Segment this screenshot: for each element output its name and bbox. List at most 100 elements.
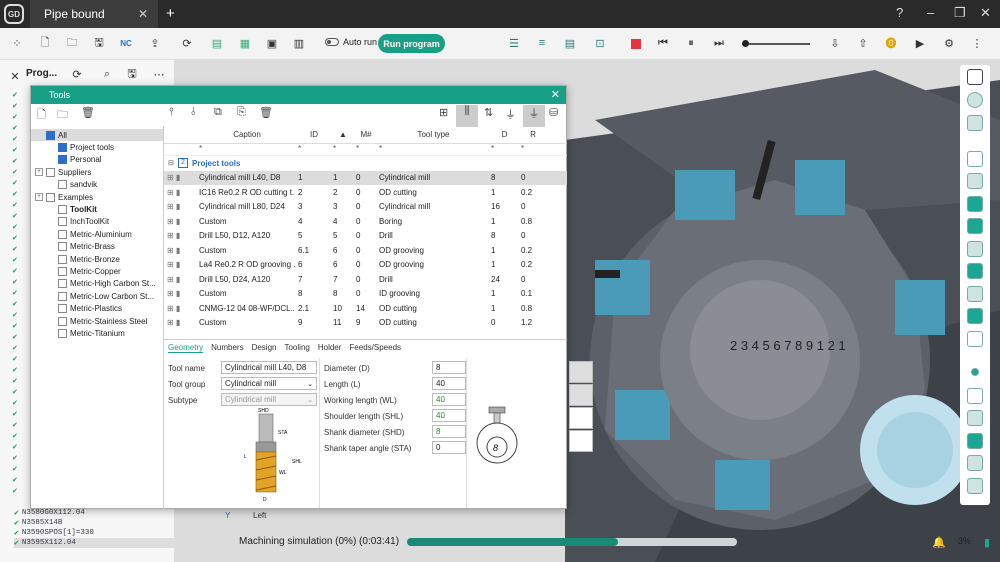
pause-icon[interactable]: ⏸ xyxy=(684,36,698,50)
toolkit-icon[interactable]: ⛁ xyxy=(549,106,558,128)
group-collapse-icon[interactable]: ⊟ xyxy=(168,159,178,167)
tool-view-button[interactable] xyxy=(569,361,593,383)
sphere-view-icon[interactable] xyxy=(967,92,983,108)
add-tool-icon[interactable]: ⫯ xyxy=(169,106,174,128)
column-header[interactable]: R xyxy=(518,130,545,139)
filter-cell[interactable]: * xyxy=(488,144,518,155)
document-tab[interactable]: Pipe bound ✕ xyxy=(30,0,158,28)
expand-icon[interactable]: + xyxy=(35,193,43,202)
table-icon[interactable]: ▥ xyxy=(292,36,306,50)
restore-button[interactable]: ❐ xyxy=(954,5,966,21)
tree-item[interactable]: Metric-Plastics xyxy=(31,302,163,314)
part-icon[interactable] xyxy=(967,308,983,324)
tool-name-input[interactable]: Cylindrical mill L40, D8 xyxy=(221,361,317,374)
table-row[interactable]: ⊞ ▮ Custom 4 4 0 Boring 1 0.8 xyxy=(164,214,567,229)
tree-item[interactable]: Metric-Titanium xyxy=(31,327,163,339)
speed-slider[interactable] xyxy=(742,40,810,47)
table-row[interactable]: ⊞ ▮ Cylindrical mill L40, D8 1 1 0 Cylindrica… xyxy=(164,170,567,185)
fit-view-icon[interactable]: ⊡ xyxy=(593,36,607,50)
open-library-icon[interactable]: 🗀 xyxy=(57,106,68,128)
refresh-icon[interactable]: ⟳ xyxy=(180,36,194,50)
checkbox[interactable] xyxy=(58,143,67,153)
machine-icon[interactable] xyxy=(967,151,983,167)
tree-item[interactable]: Metric-Low Carbon St... xyxy=(31,290,163,302)
point-icon[interactable] xyxy=(971,368,979,376)
rewind-icon[interactable]: ⏮ xyxy=(656,36,670,50)
tree-item[interactable]: ToolKit xyxy=(31,203,163,215)
graph-icon[interactable]: ▮ xyxy=(980,535,994,549)
filter-active-icon[interactable]: ⏚ xyxy=(523,105,545,127)
new-tab-button[interactable]: + xyxy=(166,5,175,22)
checkbox[interactable] xyxy=(46,130,55,140)
tree-item[interactable]: Metric-Aluminium xyxy=(31,228,163,240)
list-view-icon[interactable]: ☰ xyxy=(507,36,521,50)
shapes-icon[interactable] xyxy=(967,115,983,131)
table-row[interactable]: ⊞ ▮ IC16 Re0.2 R OD cutting t... 2 2 0 OD cut… xyxy=(164,185,567,200)
surface-icon[interactable] xyxy=(967,410,983,426)
column-header[interactable]: ID xyxy=(295,130,330,139)
filter-cell[interactable]: * xyxy=(295,144,330,155)
checkbox[interactable] xyxy=(58,291,67,301)
table-row[interactable]: ⊞ ▮ La4 Re0.2 R OD grooving ... 6 6 0 OD groo… xyxy=(164,258,567,273)
gear-icon[interactable]: ⚙ xyxy=(942,36,956,50)
search-icon[interactable]: ⌕ xyxy=(100,67,114,81)
length-input[interactable]: 40 xyxy=(432,377,466,390)
checkbox[interactable] xyxy=(46,167,55,177)
tool-view-icon[interactable] xyxy=(967,263,983,279)
paste-icon[interactable]: ⎘ xyxy=(237,106,246,128)
table-row[interactable]: ⊞ ▮ CNMG-12 04 08-WF/DCL... 2.1 10 14 OD cutt… xyxy=(164,301,567,316)
minimize-button[interactable]: – xyxy=(927,5,934,20)
auto-run-toggle[interactable]: Auto run xyxy=(325,37,377,47)
step-list-icon[interactable]: ≡ xyxy=(535,36,549,50)
tree-item[interactable]: All xyxy=(31,129,163,142)
help-icon[interactable]: ? xyxy=(896,5,903,20)
upload-warning-icon[interactable]: ⇧ xyxy=(856,36,870,50)
dialog-close-icon[interactable]: ✕ xyxy=(551,88,560,101)
column-header[interactable]: ▲ xyxy=(330,130,353,139)
nc-icon[interactable]: NC xyxy=(119,36,133,50)
filter-cell[interactable]: * xyxy=(376,144,488,155)
new-file-icon[interactable]: 🗋 xyxy=(38,36,52,50)
dimension-view-button[interactable] xyxy=(569,384,593,406)
column-view-icon[interactable]: ⫼ xyxy=(456,105,478,127)
column-header[interactable]: D xyxy=(488,130,518,139)
tab-numbers[interactable]: Numbers xyxy=(211,343,243,353)
save-icon[interactable]: 🖫 xyxy=(92,36,106,50)
more-icon[interactable]: ⋯ xyxy=(152,67,166,81)
layers-icon[interactable]: ▤ xyxy=(563,36,577,50)
column-header[interactable]: Tool type xyxy=(376,130,488,139)
tree-item[interactable]: Personal xyxy=(31,154,163,166)
checkbox[interactable] xyxy=(58,328,67,338)
tree-item[interactable]: Metric-High Carbon St... xyxy=(31,278,163,290)
download-warning-icon[interactable]: ⇩ xyxy=(828,36,842,50)
column-header[interactable]: M# xyxy=(353,130,376,139)
checkbox[interactable] xyxy=(58,242,67,252)
shank-taper-input[interactable]: 0 xyxy=(432,441,466,454)
step-forward-icon[interactable]: ⏭ xyxy=(712,36,726,50)
tab-tooling[interactable]: Tooling xyxy=(284,343,309,353)
measure-icon[interactable] xyxy=(967,478,983,494)
flag-icon[interactable] xyxy=(967,433,983,449)
parts-icon[interactable]: ▦ xyxy=(238,36,252,50)
checkbox[interactable] xyxy=(58,254,67,264)
table-row[interactable]: ⊞ ▮ Custom 6.1 6 0 OD grooving 1 0.2 xyxy=(164,243,567,258)
open-folder-icon[interactable]: 🗀 xyxy=(65,36,79,50)
tree-item[interactable]: Metric-Bronze xyxy=(31,253,163,265)
simulation-settings-icon[interactable]: ▶ xyxy=(913,36,927,50)
working-length-input[interactable]: 40 xyxy=(432,393,466,406)
tab-geometry[interactable]: Geometry xyxy=(168,343,204,353)
tree-item[interactable]: sandvik xyxy=(31,179,163,191)
sort-icon[interactable]: ⇅ xyxy=(484,106,493,128)
tab-holder[interactable]: Holder xyxy=(318,343,342,353)
subtype-select[interactable]: Cylindrical mill ⌄ xyxy=(221,393,317,406)
filter-cell[interactable]: * xyxy=(330,144,353,155)
tree-item[interactable]: Metric-Copper xyxy=(31,265,163,277)
sync-icon[interactable]: ⟳ xyxy=(70,67,84,81)
table-row[interactable]: ⊞ ▮ Drill L50, D12, A120 5 5 0 Drill 8 0 xyxy=(164,229,567,244)
stock-view-icon[interactable] xyxy=(967,196,983,212)
apps-icon[interactable]: ⁘ xyxy=(10,36,24,50)
checkbox[interactable] xyxy=(58,180,67,190)
tree-item[interactable]: Metric-Brass xyxy=(31,241,163,253)
shank-diameter-input[interactable]: 8 xyxy=(432,425,466,438)
filter-cell[interactable]: * xyxy=(196,144,295,155)
